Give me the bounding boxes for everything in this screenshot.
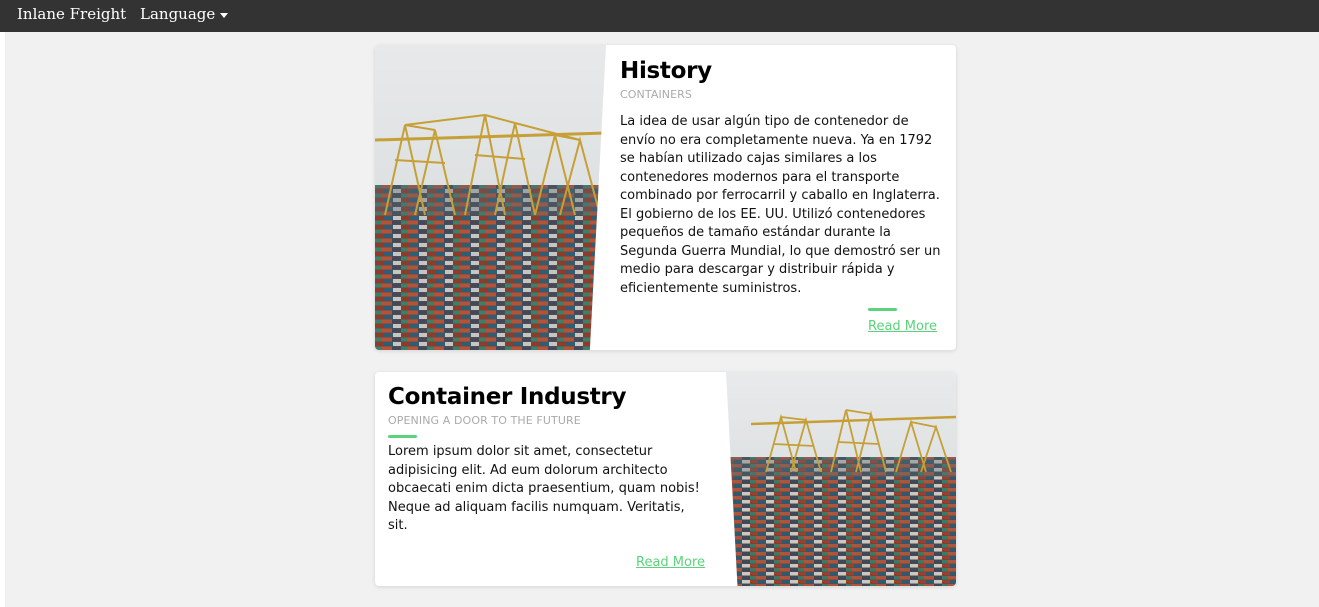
card-subtitle: OPENING A DOOR TO THE FUTURE bbox=[388, 414, 581, 427]
read-more-link[interactable]: Read More bbox=[868, 319, 937, 334]
card-body: Lorem ipsum dolor sit amet, consectetur … bbox=[388, 444, 700, 533]
port-cranes-photo bbox=[375, 45, 606, 350]
container-industry-card: Container Industry OPENING A DOOR TO THE… bbox=[375, 372, 956, 586]
card-subtitle: CONTAINERS bbox=[620, 88, 693, 101]
port-cranes-image bbox=[726, 372, 956, 586]
history-card: History CONTAINERS La idea de usar algún… bbox=[375, 45, 956, 350]
brand-link[interactable]: Inlane Freight bbox=[17, 5, 126, 23]
history-content: History CONTAINERS La idea de usar algún… bbox=[620, 57, 942, 298]
accent-bar bbox=[868, 308, 897, 311]
top-navbar: Inlane Freight Language bbox=[0, 0, 1319, 32]
accent-bar bbox=[388, 435, 417, 438]
port-cranes-image bbox=[375, 45, 606, 350]
card-title: Container Industry bbox=[388, 384, 627, 410]
port-cranes-photo bbox=[726, 372, 956, 586]
language-label: Language bbox=[140, 5, 216, 23]
left-edge-strip bbox=[0, 32, 5, 607]
card-title: History bbox=[620, 58, 712, 84]
container-industry-content: Container Industry OPENING A DOOR TO THE… bbox=[388, 383, 708, 536]
card-body: La idea de usar algún tipo de contenedor… bbox=[620, 114, 941, 296]
caret-down-icon bbox=[220, 12, 229, 18]
read-more-link[interactable]: Read More bbox=[636, 555, 705, 570]
language-dropdown[interactable]: Language bbox=[140, 5, 229, 23]
